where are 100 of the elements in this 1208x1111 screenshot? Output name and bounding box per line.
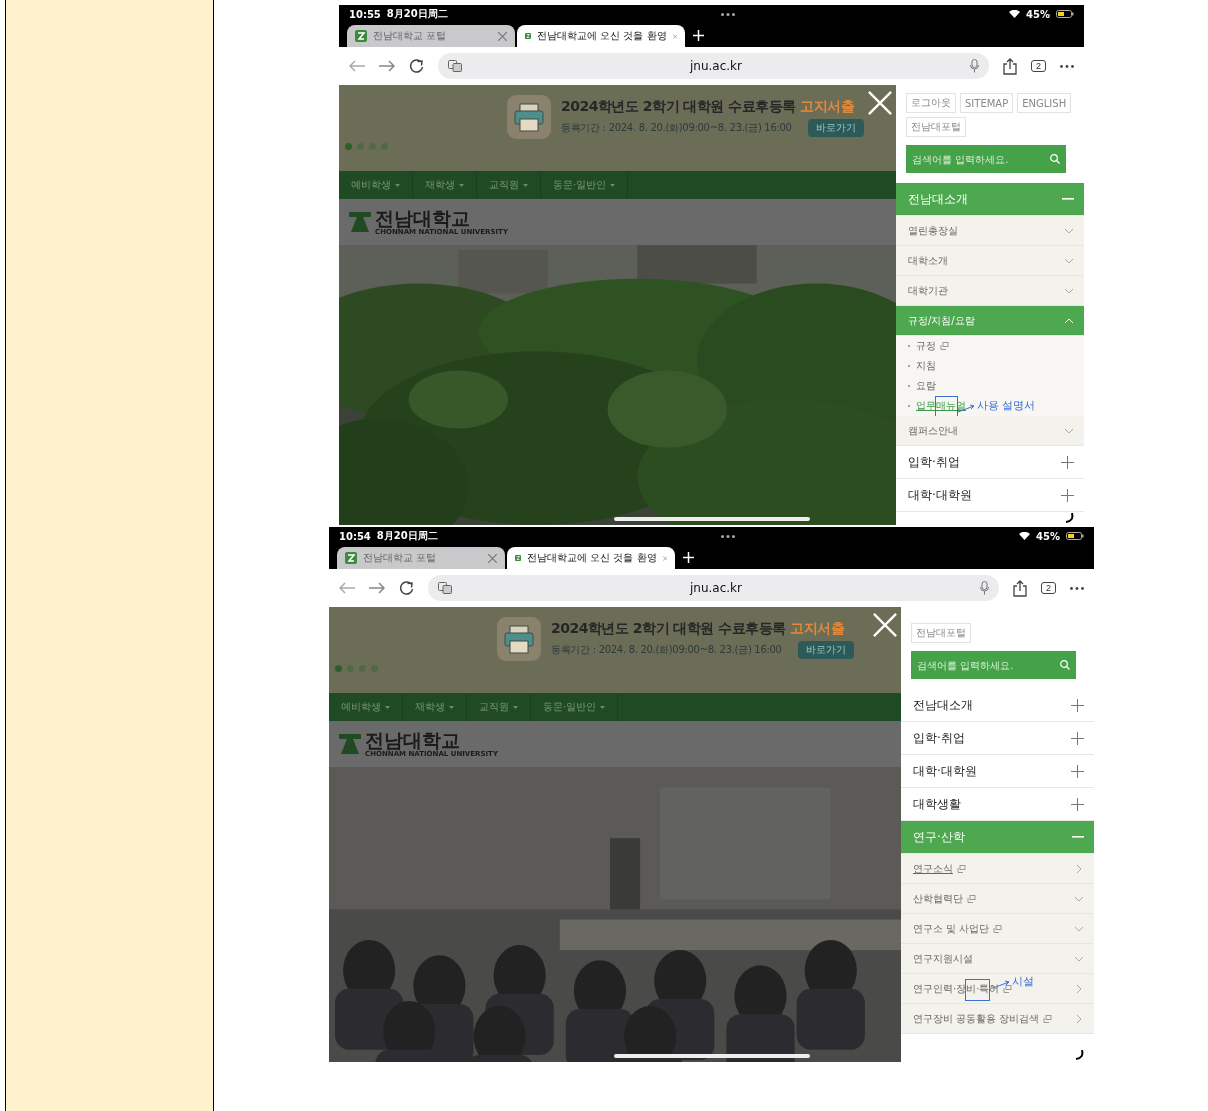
utility-button[interactable]: SITEMAP bbox=[960, 93, 1014, 113]
carousel-dot[interactable] bbox=[359, 665, 366, 672]
external-link-icon bbox=[940, 342, 949, 350]
close-icon[interactable] bbox=[488, 553, 497, 563]
minus-icon bbox=[1072, 836, 1084, 838]
reload-icon[interactable] bbox=[409, 58, 424, 74]
microphone-icon[interactable] bbox=[980, 581, 989, 595]
forward-icon[interactable] bbox=[369, 582, 385, 594]
menu-section[interactable]: 연구·산학 bbox=[901, 821, 1094, 854]
caret-icon bbox=[395, 183, 400, 187]
utility-button[interactable]: 전남대포털 bbox=[911, 623, 971, 643]
caret-icon bbox=[610, 183, 616, 187]
search-icon[interactable] bbox=[1060, 660, 1070, 670]
menu-item[interactable]: 산학협력단 bbox=[901, 884, 1094, 914]
plus-icon bbox=[1071, 797, 1084, 811]
chevron-icon bbox=[1074, 983, 1084, 994]
status-date: 8月20日周二 bbox=[376, 529, 438, 543]
logo-name: 전남대학교 bbox=[375, 208, 471, 228]
more-icon[interactable] bbox=[1060, 64, 1074, 68]
url-text: jnu.ac.kr bbox=[688, 59, 743, 73]
banner-title: 2024학년도 2학기 대학원 수료후등록 고지서출 bbox=[561, 97, 856, 116]
plus-icon bbox=[1071, 698, 1084, 712]
reload-icon[interactable] bbox=[399, 580, 414, 596]
printer-icon bbox=[497, 617, 541, 661]
battery-icon bbox=[1066, 532, 1084, 540]
microphone-icon[interactable] bbox=[970, 59, 979, 73]
carousel-dot[interactable] bbox=[381, 143, 388, 150]
multitask-icon[interactable] bbox=[721, 534, 736, 538]
logo-icon bbox=[339, 734, 361, 754]
menu-item[interactable]: 연구소식 bbox=[901, 854, 1094, 884]
scroll-indicator-icon bbox=[1076, 1050, 1084, 1060]
external-link-icon bbox=[1003, 984, 1013, 993]
shortcut-button[interactable]: 바로가기 bbox=[807, 118, 864, 137]
browser-tab[interactable]: 전남대학교에 오신 것을 환영 bbox=[507, 547, 675, 569]
more-icon[interactable] bbox=[1070, 586, 1084, 590]
annotation-note: 사용 설명서 bbox=[977, 398, 1036, 413]
status-date: 8月20日周二 bbox=[386, 7, 448, 21]
tab-count-button[interactable]: 2 bbox=[1041, 582, 1056, 594]
menu-item[interactable]: 연구소 및 사업단 bbox=[901, 914, 1094, 944]
menu-link[interactable]: 지침 bbox=[896, 356, 1084, 376]
printer-icon bbox=[507, 95, 551, 139]
tab-count-button[interactable]: 2 bbox=[1031, 60, 1046, 72]
browser-tab[interactable]: 전남대학교 포털 bbox=[347, 25, 515, 47]
plus-icon bbox=[1071, 731, 1084, 745]
translate-icon[interactable] bbox=[448, 60, 462, 72]
chevron-icon bbox=[1074, 1013, 1084, 1024]
caret-icon bbox=[513, 705, 518, 709]
carousel-dot[interactable] bbox=[347, 665, 354, 672]
favicon-icon bbox=[345, 552, 357, 564]
utility-button[interactable]: 전남대포털 bbox=[906, 117, 966, 137]
share-icon[interactable] bbox=[1003, 57, 1017, 75]
carousel-dot[interactable] bbox=[345, 143, 352, 150]
shortcut-button[interactable]: 바로가기 bbox=[797, 640, 854, 659]
search-field[interactable]: 검색어를 입력하세요. bbox=[911, 651, 1076, 679]
menu-link[interactable]: 요람 bbox=[896, 376, 1084, 396]
search-icon[interactable] bbox=[1050, 154, 1060, 164]
favicon-icon bbox=[515, 552, 521, 564]
banner-title: 2024학년도 2학기 대학원 수료후등록 고지서출 bbox=[551, 619, 846, 638]
favicon-icon bbox=[355, 30, 367, 42]
address-field[interactable]: jnu.ac.kr bbox=[428, 575, 999, 601]
forward-icon[interactable] bbox=[379, 60, 395, 72]
browser-tab[interactable]: 전남대학교에 오신 것을 환영 bbox=[517, 25, 685, 47]
caret-icon bbox=[385, 705, 390, 709]
utility-button[interactable]: 로그아웃 bbox=[906, 93, 956, 113]
plus-icon bbox=[1061, 488, 1074, 502]
caret-icon bbox=[449, 705, 454, 709]
chevron-icon bbox=[1074, 863, 1084, 874]
browser-tab[interactable]: 전남대학교 포털 bbox=[337, 547, 505, 569]
carousel-dot[interactable] bbox=[369, 143, 376, 150]
menu-section[interactable]: 전남대소개 bbox=[896, 183, 1084, 216]
menu-item[interactable]: 대학소개 bbox=[896, 246, 1084, 276]
external-link-icon bbox=[993, 924, 1003, 933]
annotation-note: 시설 bbox=[1012, 974, 1034, 989]
menu-item[interactable]: 캠퍼스안내 bbox=[896, 416, 1084, 446]
carousel-dot[interactable] bbox=[335, 665, 342, 672]
search-field[interactable]: 검색어를 입력하세요. bbox=[906, 145, 1066, 173]
back-icon[interactable] bbox=[349, 60, 365, 72]
carousel-dot[interactable] bbox=[357, 143, 364, 150]
menu-item[interactable]: 연구장비 공동활용 장비검색 bbox=[901, 1004, 1094, 1034]
address-field[interactable]: jnu.ac.kr bbox=[438, 53, 989, 79]
logo-name: 전남대학교 bbox=[365, 730, 461, 750]
multitask-icon[interactable] bbox=[721, 12, 736, 16]
new-tab-icon[interactable] bbox=[693, 30, 704, 41]
menu-link[interactable]: 규정 bbox=[896, 336, 1084, 356]
menu-item[interactable]: 열린총장실 bbox=[896, 216, 1084, 246]
menu-item[interactable]: 연구지원시설 bbox=[901, 944, 1094, 974]
status-time: 10:55 bbox=[349, 8, 381, 20]
external-link-icon bbox=[1043, 1014, 1053, 1023]
new-tab-icon[interactable] bbox=[683, 552, 694, 563]
battery-icon bbox=[1056, 10, 1074, 18]
minus-icon bbox=[1062, 198, 1074, 200]
utility-button[interactable]: ENGLISH bbox=[1017, 93, 1072, 113]
back-icon[interactable] bbox=[339, 582, 355, 594]
translate-icon[interactable] bbox=[438, 582, 452, 594]
carousel-dot[interactable] bbox=[371, 665, 378, 672]
share-icon[interactable] bbox=[1013, 579, 1027, 597]
close-icon[interactable] bbox=[498, 31, 507, 41]
favicon-icon bbox=[525, 30, 531, 42]
menu-item[interactable]: 대학기관 bbox=[896, 276, 1084, 306]
menu-item[interactable]: 규정/지침/요람 bbox=[896, 306, 1084, 336]
